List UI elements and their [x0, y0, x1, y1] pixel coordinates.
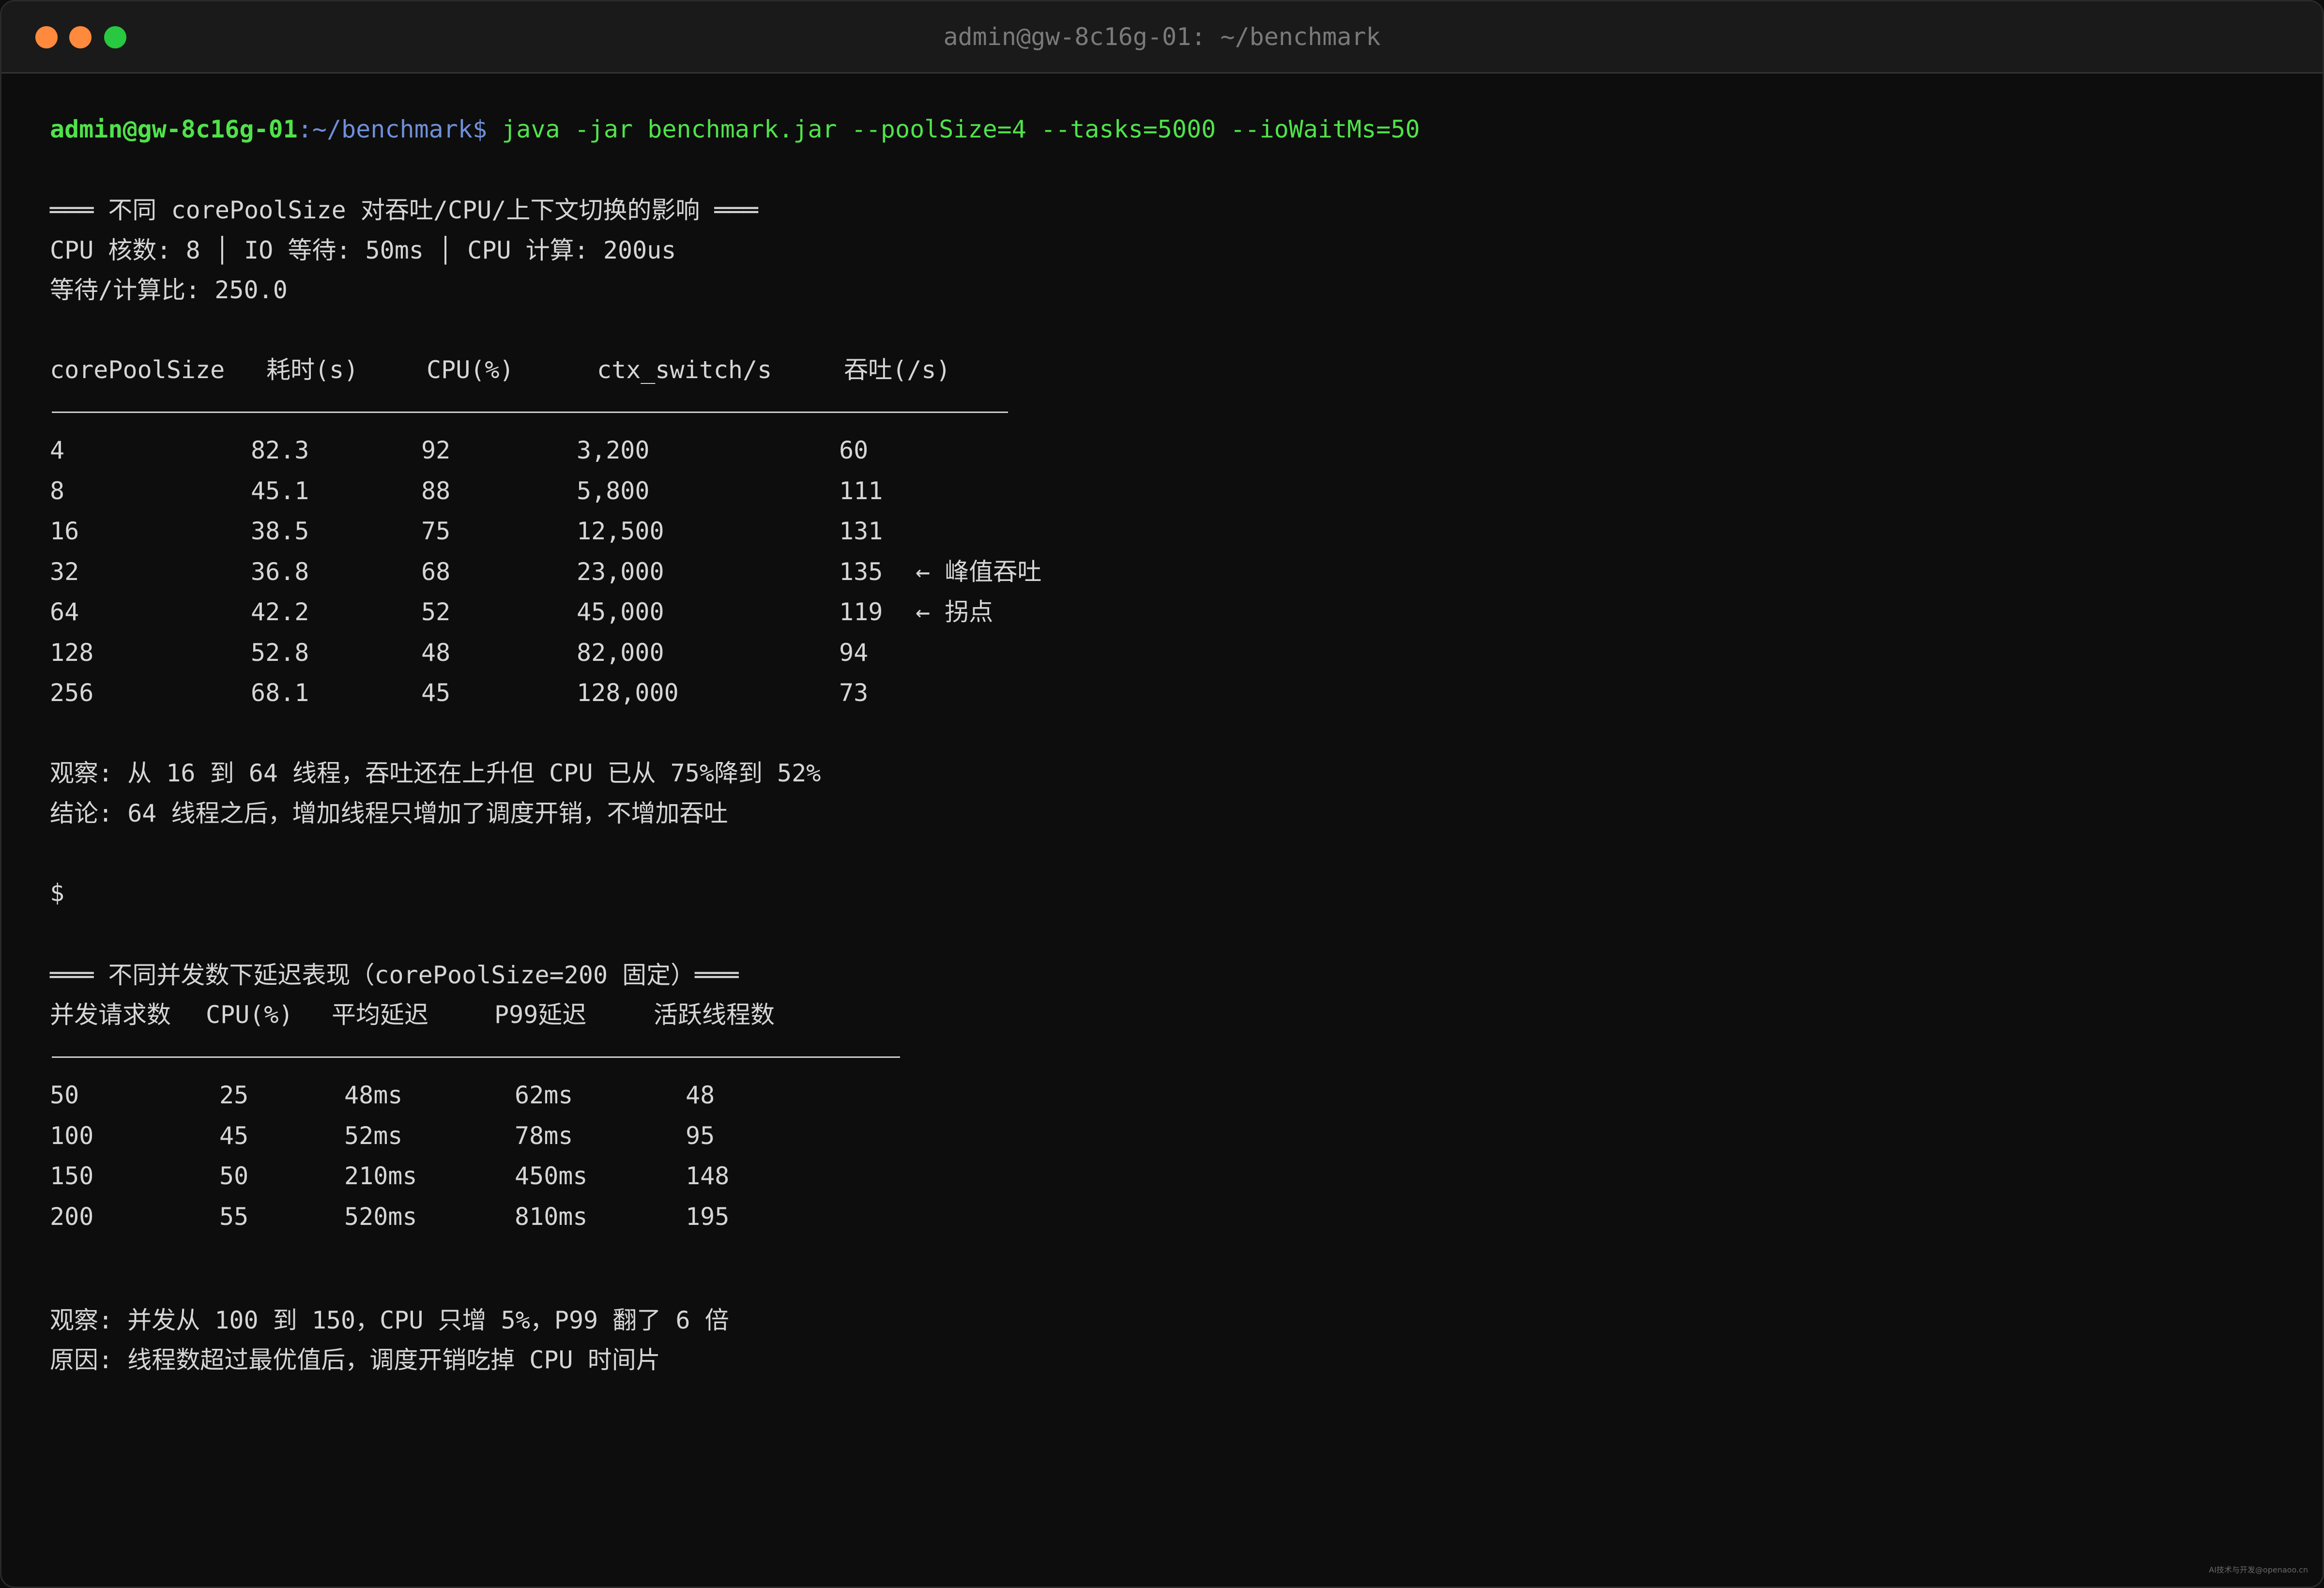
section2-reason: 原因: 线程数超过最优值后，调度开销吃掉 CPU 时间片	[50, 1346, 660, 1374]
col-header-time: 耗时(s)	[266, 356, 359, 384]
col-header-corepoolsize: corePoolSize	[50, 356, 225, 384]
cell-corepoolsize: 4	[50, 436, 65, 464]
cell-cpu: 25	[219, 1081, 249, 1109]
terminal-output[interactable]: admin@gw-8c16g-01:~/benchmark$ java -jar…	[50, 72, 2293, 1587]
cell-throughput: 111	[839, 476, 883, 505]
cell-ctx-switch: 82,000	[577, 638, 664, 667]
col-header-p99-latency: P99延迟	[494, 1001, 587, 1029]
cell-p99-latency: 810ms	[515, 1202, 588, 1231]
cell-ctx-switch: 45,000	[577, 598, 664, 626]
window-title: admin@gw-8c16g-01: ~/benchmark	[943, 23, 1381, 51]
cell-corepoolsize: 128	[50, 638, 94, 667]
cell-avg-latency: 52ms	[344, 1121, 403, 1150]
section2-heading: ═══ 不同并发数下延迟表现（corePoolSize=200 固定）═══	[50, 961, 739, 989]
col-header-cpu: CPU(%)	[427, 356, 514, 384]
cell-cpu: 75	[421, 517, 451, 545]
cell-ctx-switch: 23,000	[577, 557, 664, 586]
cell-corepoolsize: 8	[50, 476, 65, 505]
cell-corepoolsize: 256	[50, 679, 94, 707]
command-text: java -jar benchmark.jar --poolSize=4 --t…	[487, 115, 1420, 143]
cell-p99-latency: 78ms	[515, 1121, 573, 1150]
cell-time: 38.5	[251, 517, 309, 545]
cell-cpu: 52	[421, 598, 451, 626]
cell-throughput: 94	[839, 638, 869, 667]
cell-corepoolsize: 64	[50, 598, 79, 626]
cell-time: 42.2	[251, 598, 309, 626]
cell-cpu: 92	[421, 436, 451, 464]
cell-p99-latency: 62ms	[515, 1081, 573, 1109]
cell-avg-latency: 210ms	[344, 1162, 417, 1190]
section2-observation: 观察: 并发从 100 到 150，CPU 只增 5%，P99 翻了 6 倍	[50, 1306, 729, 1334]
cell-cpu: 45	[219, 1121, 249, 1150]
cell-cpu: 50	[219, 1162, 249, 1190]
prompt-path: :~/benchmark$	[297, 115, 488, 143]
col-header-ctx-switch: ctx_switch/s	[597, 356, 772, 384]
cell-avg-latency: 48ms	[344, 1081, 403, 1109]
command-line: admin@gw-8c16g-01:~/benchmark$ java -jar…	[50, 112, 1420, 146]
cell-throughput: 131	[839, 517, 883, 545]
footer-watermark: AI技术与开发@openaoo.cn	[2209, 1565, 2308, 1574]
cell-concurrency: 100	[50, 1121, 94, 1150]
col-header-avg-latency: 平均延迟	[332, 1001, 428, 1029]
cell-avg-latency: 520ms	[344, 1202, 417, 1231]
cell-cpu: 48	[421, 638, 451, 667]
col-header-concurrency: 并发请求数	[50, 1001, 171, 1029]
cell-annotation: ← 峰值吞吐	[916, 557, 1042, 586]
cell-ctx-switch: 128,000	[577, 679, 679, 707]
cell-corepoolsize: 16	[50, 517, 79, 545]
section1-info-line1: CPU 核数: 8 │ IO 等待: 50ms │ CPU 计算: 200us	[50, 236, 676, 264]
section1-conclusion: 结论: 64 线程之后，增加线程只增加了调度开销，不增加吞吐	[50, 799, 728, 827]
cell-throughput: 73	[839, 679, 869, 707]
cell-time: 52.8	[251, 638, 309, 667]
cell-active-threads: 95	[686, 1121, 715, 1150]
cell-time: 82.3	[251, 436, 309, 464]
cell-concurrency: 200	[50, 1202, 94, 1231]
terminal-window: admin@gw-8c16g-01: ~/benchmark admin@gw-…	[0, 0, 2324, 1588]
section2-table-divider	[52, 1056, 900, 1058]
section1-heading: ═══ 不同 corePoolSize 对吞吐/CPU/上下文切换的影响 ═══	[50, 196, 758, 224]
col-header-active-threads: 活跃线程数	[654, 1001, 775, 1029]
cell-active-threads: 195	[686, 1202, 730, 1231]
prompt-user-host: admin@gw-8c16g-01	[50, 115, 298, 143]
cell-ctx-switch: 12,500	[577, 517, 664, 545]
col-header-cpu-2: CPU(%)	[206, 1001, 293, 1029]
col-header-throughput: 吞吐(/s)	[844, 356, 951, 384]
section1-observation: 观察: 从 16 到 64 线程，吞吐还在上升但 CPU 已从 75%降到 52…	[50, 759, 821, 787]
cell-p99-latency: 450ms	[515, 1162, 588, 1190]
cell-corepoolsize: 32	[50, 557, 79, 586]
cell-throughput: 135	[839, 557, 883, 586]
cell-throughput: 60	[839, 436, 869, 464]
cell-concurrency: 50	[50, 1081, 79, 1109]
cell-time: 45.1	[251, 476, 309, 505]
cell-ctx-switch: 5,800	[577, 476, 650, 505]
cell-active-threads: 48	[686, 1081, 715, 1109]
section1-table-divider	[52, 412, 1008, 413]
cell-active-threads: 148	[686, 1162, 730, 1190]
cell-time: 68.1	[251, 679, 309, 707]
cell-concurrency: 150	[50, 1162, 94, 1190]
shell-prompt: $	[50, 879, 65, 907]
title-bar: admin@gw-8c16g-01: ~/benchmark	[1, 1, 2323, 74]
cell-cpu: 88	[421, 476, 451, 505]
cell-annotation: ← 拐点	[916, 598, 994, 626]
section1-info-line2: 等待/计算比: 250.0	[50, 276, 288, 304]
cell-cpu: 68	[421, 557, 451, 586]
cell-time: 36.8	[251, 557, 309, 586]
cell-cpu: 55	[219, 1202, 249, 1231]
cell-cpu: 45	[421, 679, 451, 707]
cell-ctx-switch: 3,200	[577, 436, 650, 464]
cell-throughput: 119	[839, 598, 883, 626]
